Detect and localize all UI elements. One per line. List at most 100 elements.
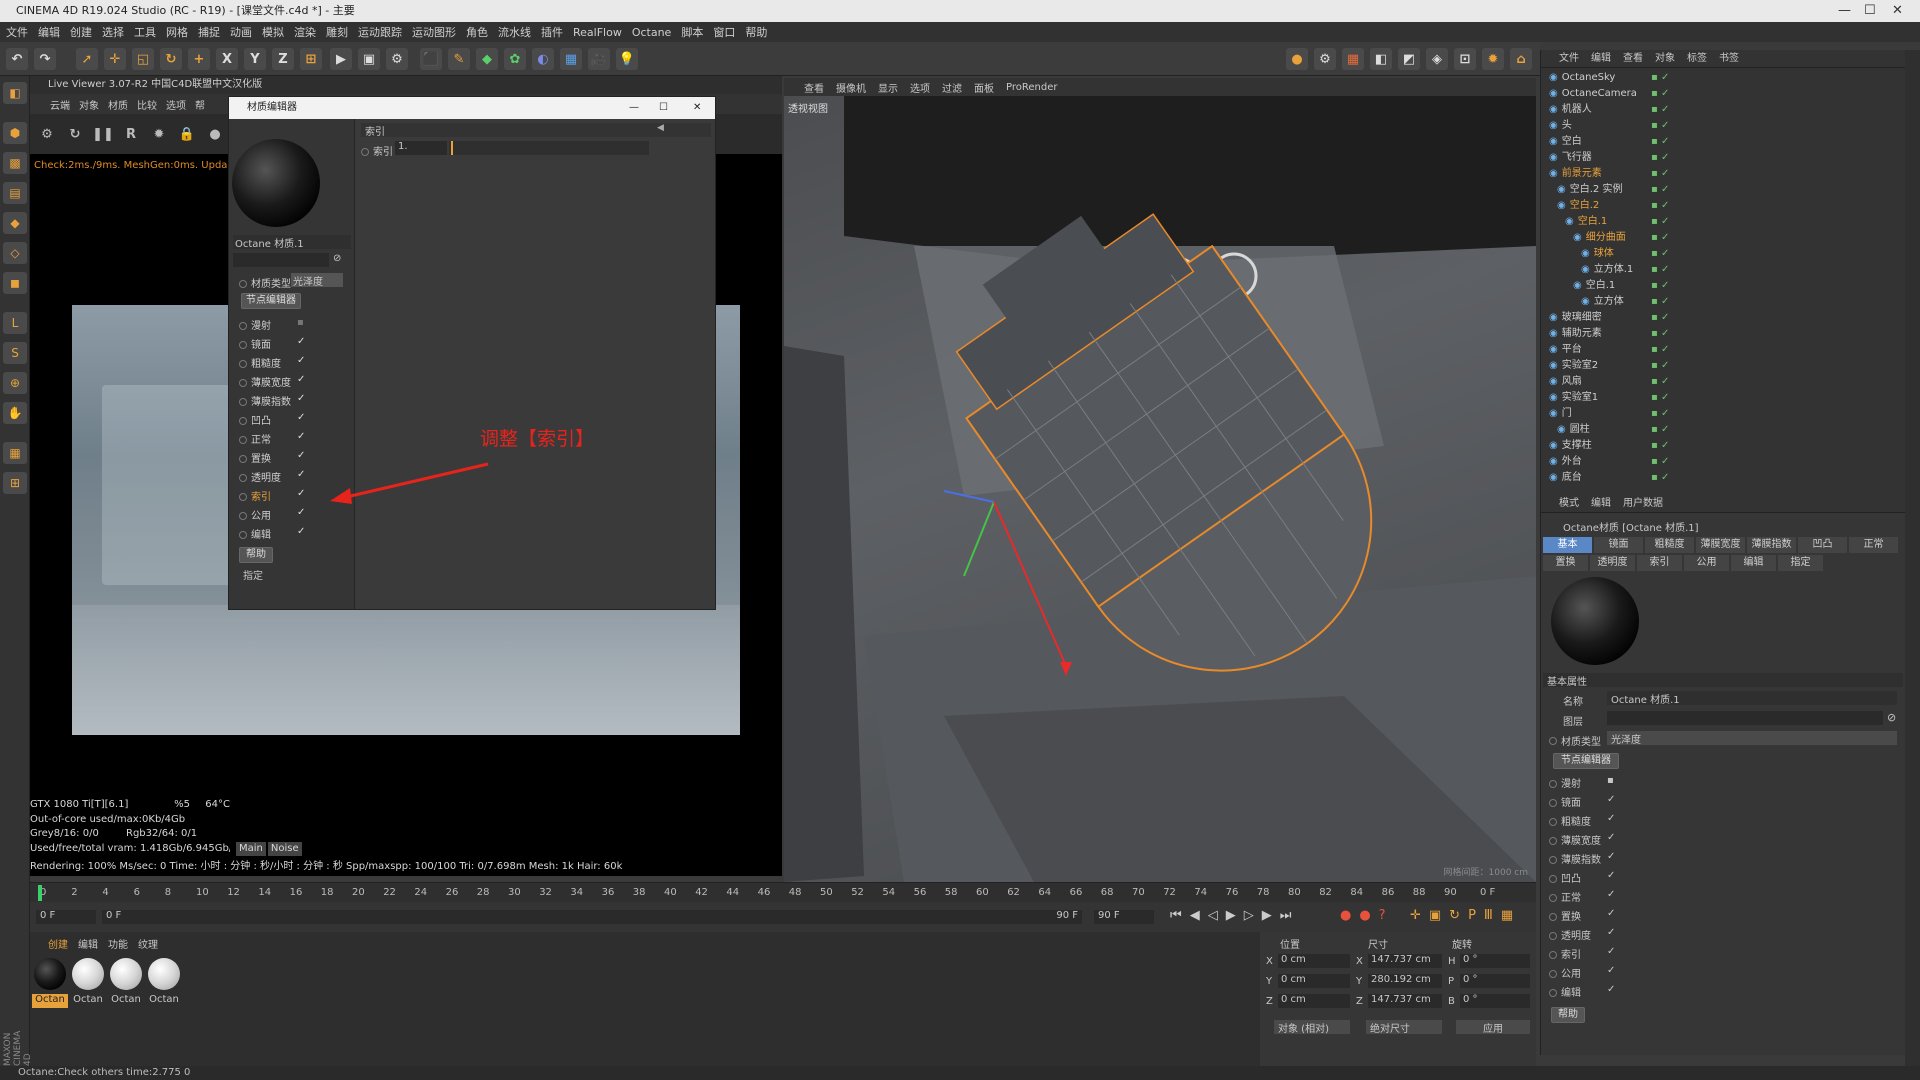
- material-swatch[interactable]: Octan: [32, 958, 68, 1008]
- menu-motion-tracking[interactable]: 运动跟踪: [358, 24, 402, 40]
- close-icon[interactable]: ✕: [1892, 0, 1903, 22]
- lv-menu-cloud[interactable]: 云端: [50, 97, 70, 112]
- object-row[interactable]: ◉ 空白.2 实例 ▪ ✓: [1541, 182, 1906, 198]
- menu-octane[interactable]: Octane: [632, 26, 672, 39]
- object-name[interactable]: 立方体: [1594, 296, 1624, 307]
- lv-menu-compare[interactable]: 比较: [137, 97, 157, 112]
- channel-film-width[interactable]: 薄膜宽度: [239, 374, 291, 389]
- me-minimize-icon[interactable]: —: [629, 97, 639, 119]
- model-mode-icon[interactable]: ◧: [3, 82, 27, 104]
- attribute-tab[interactable]: 薄膜指数: [1747, 537, 1796, 553]
- lv-menu-material[interactable]: 材质: [108, 97, 128, 112]
- axis-mode-icon[interactable]: L: [3, 312, 27, 334]
- channel-specular[interactable]: 镜面: [239, 336, 271, 351]
- attribute-channel[interactable]: 置换: [1549, 908, 1581, 923]
- object-row[interactable]: ◉ OctaneSky ▪ ✓: [1541, 70, 1906, 86]
- material-swatch[interactable]: Octan: [70, 958, 106, 1005]
- object-row[interactable]: ◉ 空白.1 ▪ ✓: [1541, 278, 1906, 294]
- channel-roughness-checkbox[interactable]: ✓: [297, 355, 305, 366]
- attribute-channel[interactable]: 公用: [1549, 965, 1581, 980]
- attribute-tab[interactable]: 公用: [1684, 555, 1729, 571]
- channel-index[interactable]: 索引: [239, 488, 271, 503]
- assign-label[interactable]: 指定: [243, 567, 263, 582]
- menu-mesh[interactable]: 网格: [166, 24, 188, 40]
- visibility-toggle-icon[interactable]: ▪ ✓: [1651, 406, 1669, 422]
- visibility-toggle-icon[interactable]: ▪ ✓: [1651, 102, 1669, 118]
- select-icon[interactable]: ➚: [76, 48, 98, 70]
- attribute-channel-checkbox[interactable]: ✓: [1607, 927, 1615, 938]
- attribute-channel[interactable]: 薄膜指数: [1549, 851, 1601, 866]
- om-menu-edit[interactable]: 编辑: [1591, 50, 1611, 67]
- om-menu-bookmark[interactable]: 书签: [1719, 50, 1739, 67]
- visibility-toggle-icon[interactable]: ▪ ✓: [1651, 278, 1669, 294]
- attribute-channel[interactable]: 镜面: [1549, 794, 1581, 809]
- pen-icon[interactable]: ✎: [448, 48, 470, 70]
- visibility-toggle-icon[interactable]: ▪ ✓: [1651, 86, 1669, 102]
- object-name[interactable]: 空白.2 实例: [1570, 184, 1623, 195]
- lv-refresh-icon[interactable]: ↻: [64, 123, 86, 145]
- object-row[interactable]: ◉ 立方体.1 ▪ ✓: [1541, 262, 1906, 278]
- edges-mode-icon[interactable]: ◇: [3, 242, 27, 264]
- object-row[interactable]: ◉ 机器人 ▪ ✓: [1541, 102, 1906, 118]
- index-value-field[interactable]: 1.: [395, 141, 447, 155]
- node-editor-button[interactable]: 节点编辑器: [1553, 753, 1619, 769]
- menu-sculpt[interactable]: 雕刻: [326, 24, 348, 40]
- channel-editor-checkbox[interactable]: ✓: [297, 526, 305, 537]
- me-close-icon[interactable]: ✕: [693, 97, 701, 119]
- redo-icon[interactable]: ↷: [34, 48, 56, 70]
- octane-settings-icon[interactable]: ⚙: [1314, 48, 1336, 70]
- channel-displacement[interactable]: 置换: [239, 450, 271, 465]
- cube-icon[interactable]: ⬛: [420, 48, 442, 70]
- menu-pipeline[interactable]: 流水线: [498, 24, 531, 40]
- object-name[interactable]: OctaneSky: [1562, 72, 1616, 83]
- playback-controls[interactable]: ⏮◀◁▶▷▶⏭: [1170, 908, 1299, 923]
- visibility-toggle-icon[interactable]: ▪ ✓: [1651, 214, 1669, 230]
- lv-region-icon[interactable]: R: [120, 123, 142, 145]
- attribute-channel-checkbox[interactable]: ✓: [1607, 813, 1615, 824]
- mm-menu-create[interactable]: 创建: [48, 936, 68, 951]
- attribute-tab[interactable]: 编辑: [1731, 555, 1776, 571]
- help-button[interactable]: 帮助: [1551, 1007, 1585, 1023]
- object-name[interactable]: 前景元素: [1562, 168, 1602, 179]
- magnet-icon[interactable]: ✋: [3, 402, 27, 424]
- object-name[interactable]: 平台: [1562, 344, 1582, 355]
- octane-light-icon[interactable]: ◈: [1426, 48, 1448, 70]
- attribute-channel-checkbox[interactable]: ▪: [1607, 775, 1614, 786]
- me-nav-back-icon[interactable]: ◀: [657, 123, 664, 133]
- live-select-icon[interactable]: +: [188, 48, 210, 70]
- subdivision-icon[interactable]: ◆: [476, 48, 498, 70]
- attribute-tab[interactable]: 透明度: [1590, 555, 1635, 571]
- perspective-viewport[interactable]: 透视视图 网格间距：1000 cm: [784, 96, 1536, 882]
- menu-tools[interactable]: 工具: [134, 24, 156, 40]
- channel-bump[interactable]: 凹凸: [239, 412, 271, 427]
- om-menu-object[interactable]: 对象: [1655, 50, 1675, 67]
- am-menu-edit[interactable]: 编辑: [1591, 495, 1611, 512]
- camera-icon[interactable]: 🎥: [588, 48, 610, 70]
- timeline-playhead[interactable]: [38, 885, 42, 901]
- object-row[interactable]: ◉ 外台 ▪ ✓: [1541, 454, 1906, 470]
- visibility-toggle-icon[interactable]: ▪ ✓: [1651, 182, 1669, 198]
- snap-icon[interactable]: ⊕: [3, 372, 27, 394]
- material-swatch[interactable]: Octan: [146, 958, 182, 1005]
- object-name[interactable]: 支撑柱: [1562, 440, 1592, 451]
- visibility-toggle-icon[interactable]: ▪ ✓: [1651, 358, 1669, 374]
- texture-mode-icon[interactable]: ▩: [3, 152, 27, 174]
- attribute-channel-checkbox[interactable]: ✓: [1607, 851, 1615, 862]
- light-icon[interactable]: 💡: [616, 48, 638, 70]
- material-type-select[interactable]: 光泽度: [1607, 731, 1897, 746]
- am-menu-mode[interactable]: 模式: [1559, 495, 1579, 512]
- octane-camera-icon[interactable]: ◩: [1398, 48, 1420, 70]
- menu-render[interactable]: 渲染: [294, 24, 316, 40]
- menu-plugins[interactable]: 插件: [541, 24, 563, 40]
- vp-menu-camera[interactable]: 摄像机: [836, 80, 866, 95]
- attribute-tab[interactable]: 凹凸: [1798, 537, 1847, 553]
- vp-menu-prorender[interactable]: ProRender: [1006, 82, 1057, 93]
- object-name[interactable]: 实验室1: [1562, 392, 1598, 403]
- menu-script[interactable]: 脚本: [681, 24, 703, 40]
- vp-menu-panel[interactable]: 面板: [974, 80, 994, 95]
- object-row[interactable]: ◉ 空白.2 ▪ ✓: [1541, 198, 1906, 214]
- position-y-field[interactable]: 0 cm: [1278, 974, 1350, 988]
- object-row[interactable]: ◉ OctaneCamera ▪ ✓: [1541, 86, 1906, 102]
- y-axis-button[interactable]: Y: [244, 48, 266, 70]
- channel-specular-checkbox[interactable]: ✓: [297, 336, 305, 347]
